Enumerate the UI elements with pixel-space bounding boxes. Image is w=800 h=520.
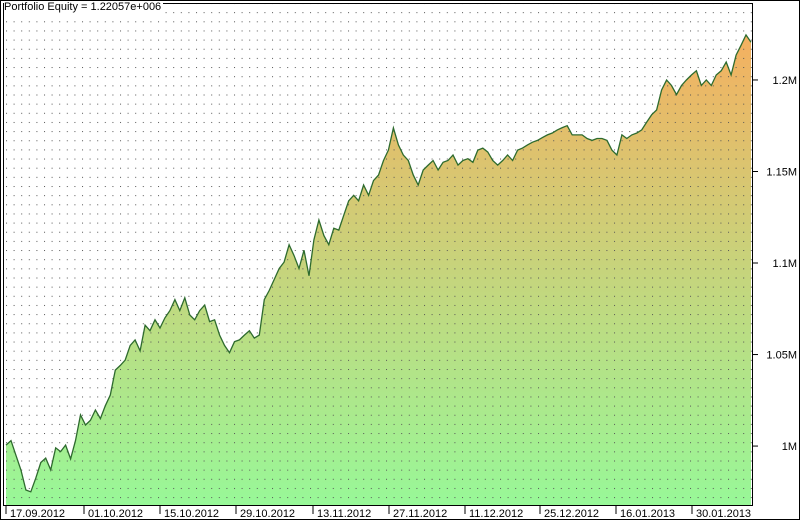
y-tick-label: 1.2M <box>773 75 797 87</box>
x-tick-label: 27.11.2012 <box>393 508 447 520</box>
y-tick-label: 1.1M <box>773 258 797 270</box>
equity-chart: 1M 1.05M 1.1M 1.15M 1.2M 17.09.2012 01.10.201… <box>0 0 800 520</box>
x-tick-label: 30.01.2013 <box>696 508 751 520</box>
x-axis: 17.09.2012 01.10.2012 15.10.2012 29.10.2012… <box>5 506 751 520</box>
y-tick-label: 1.15M <box>766 166 797 178</box>
x-tick-label: 11.12.2012 <box>469 508 523 520</box>
chart-svg: 1M 1.05M 1.1M 1.15M 1.2M 17.09.2012 01.10.201… <box>0 0 800 520</box>
x-tick-label: 13.11.2012 <box>317 508 371 520</box>
y-axis: 1M 1.05M 1.1M 1.15M 1.2M <box>752 75 797 453</box>
x-tick-label: 17.09.2012 <box>10 508 65 520</box>
chart-title: Portfolio Equity = 1.22057e+006 <box>4 1 164 14</box>
x-tick-label: 15.10.2012 <box>164 508 219 520</box>
y-tick-label: 1M <box>782 441 797 453</box>
x-tick-label: 16.01.2013 <box>620 508 675 520</box>
x-tick-label: 29.10.2012 <box>240 508 295 520</box>
dotted-grid <box>4 4 752 505</box>
y-tick-label: 1.05M <box>766 350 797 362</box>
x-tick-label: 01.10.2012 <box>88 508 143 520</box>
x-tick-label: 25.12.2012 <box>544 508 599 520</box>
